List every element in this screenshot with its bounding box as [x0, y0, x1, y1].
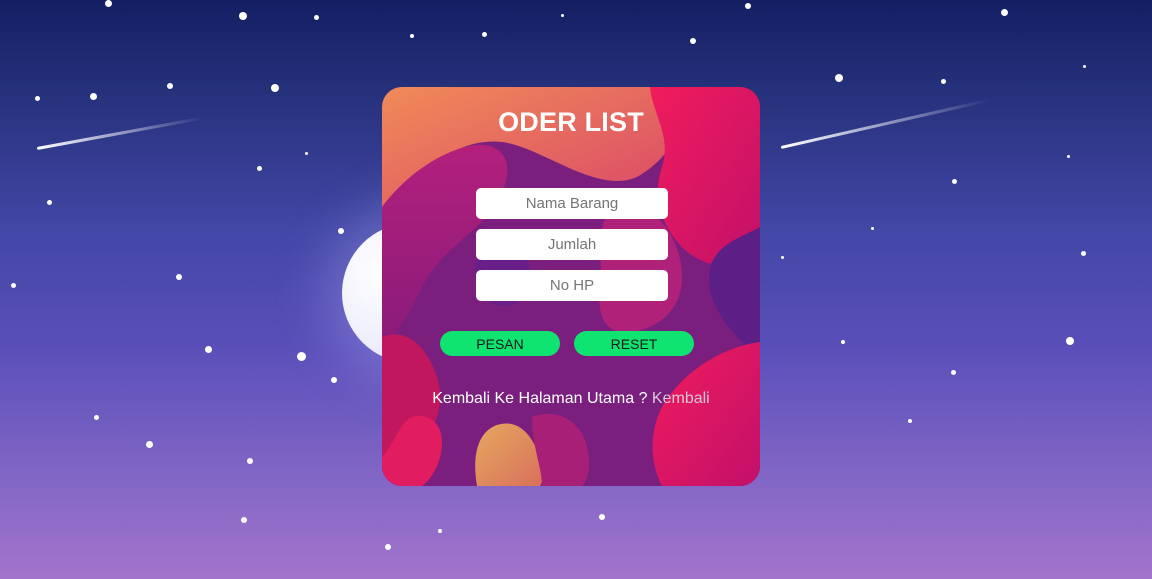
star-decoration: [385, 544, 391, 550]
star-decoration: [338, 228, 344, 234]
star-decoration: [560, 13, 564, 17]
page-title: ODER LIST: [498, 107, 644, 137]
star-decoration: [908, 419, 912, 423]
star-decoration: [690, 38, 696, 44]
reset-button[interactable]: RESET: [574, 331, 694, 356]
star-decoration: [780, 255, 784, 259]
star-decoration: [34, 95, 40, 101]
star-decoration: [93, 414, 99, 420]
star-decoration: [1080, 250, 1086, 256]
star-decoration: [176, 274, 182, 280]
star-decoration: [870, 226, 874, 230]
star-decoration: [745, 3, 751, 9]
star-decoration: [841, 340, 845, 344]
back-link[interactable]: Kembali: [652, 390, 710, 407]
star-decoration: [256, 165, 262, 171]
star-decoration: [950, 369, 956, 375]
star-decoration: [46, 199, 52, 205]
star-decoration: [241, 517, 247, 523]
star-decoration: [104, 0, 112, 7]
star-decoration: [145, 440, 153, 448]
star-decoration: [1000, 8, 1008, 16]
star-decoration: [438, 529, 442, 533]
star-decoration: [167, 83, 173, 89]
star-decoration: [296, 351, 306, 361]
star-decoration: [940, 78, 946, 84]
shooting-star-left: [36, 116, 203, 150]
star-decoration: [313, 14, 319, 20]
star-decoration: [304, 151, 308, 155]
star-decoration: [599, 514, 605, 520]
order-form-card: ODER LIST PESAN RESET Kembali Ke Halaman…: [382, 87, 760, 486]
star-decoration: [331, 377, 337, 383]
star-decoration: [247, 458, 253, 464]
star-decoration: [951, 178, 957, 184]
star-decoration: [10, 282, 16, 288]
star-decoration: [89, 92, 97, 100]
star-decoration: [410, 34, 414, 38]
back-to-home-row: Kembali Ke Halaman Utama ? Kembali: [382, 390, 760, 408]
star-decoration: [204, 345, 212, 353]
star-decoration: [239, 12, 247, 20]
back-to-home-prompt: Kembali Ke Halaman Utama ?: [432, 390, 648, 407]
star-decoration: [1066, 337, 1074, 345]
pesan-button[interactable]: PESAN: [440, 331, 560, 356]
star-decoration: [271, 84, 279, 92]
nama-barang-input[interactable]: [476, 188, 668, 219]
star-decoration: [1082, 64, 1086, 68]
star-decoration: [1066, 154, 1070, 158]
jumlah-input[interactable]: [476, 229, 668, 260]
no-hp-input[interactable]: [476, 270, 668, 301]
star-decoration: [835, 74, 843, 82]
shooting-star-right: [780, 98, 990, 149]
star-decoration: [481, 31, 487, 37]
